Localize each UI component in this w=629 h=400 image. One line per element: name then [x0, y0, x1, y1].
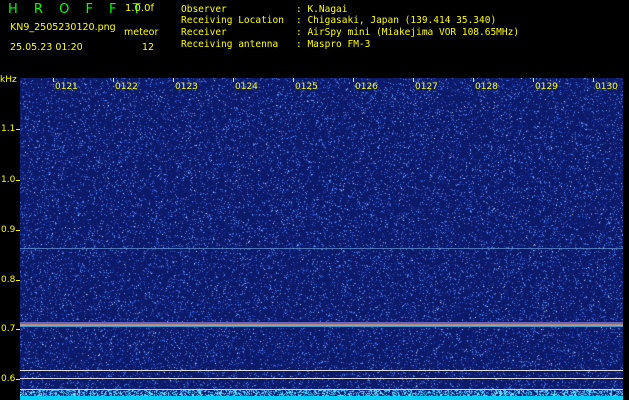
time-tick — [233, 78, 234, 82]
time-label: 0126 — [355, 82, 378, 92]
file-name: KN9_2505230120.png — [10, 22, 116, 33]
receiver-value: : AirSpy mini (Miakejima VOR 108.65MHz) — [296, 27, 520, 38]
y-label: 0.7 — [1, 324, 16, 334]
time-tick — [293, 78, 294, 82]
meteor-count: 12 — [142, 42, 155, 53]
y-tick — [16, 329, 20, 330]
y-tick — [16, 129, 20, 130]
time-tick — [533, 78, 534, 82]
location-value: : Chigasaki, Japan (139.414 35.340) — [296, 15, 497, 26]
y-label: 1.0 — [1, 175, 16, 185]
carrier-signal-line — [20, 322, 623, 327]
time-axis-bar — [20, 396, 623, 400]
reference-line-3 — [20, 389, 623, 390]
time-label: 0127 — [415, 82, 438, 92]
time-label: 0123 — [175, 82, 198, 92]
time-tick — [113, 78, 114, 82]
observer-label: Observer — [181, 4, 227, 15]
antenna-label: Receiving antenna — [181, 39, 279, 50]
unit-label: kHz — [0, 75, 17, 85]
faint-signal-line — [20, 248, 623, 249]
spectrogram-noise — [20, 78, 623, 400]
antenna-value: : Maspro FM-3 — [296, 39, 371, 50]
y-tick — [16, 379, 20, 380]
app-version: 1.0.0f — [125, 3, 154, 14]
time-label: 0121 — [55, 82, 78, 92]
spectrogram — [20, 78, 623, 400]
y-label: 0.6 — [1, 374, 16, 384]
y-label: 0.9 — [1, 225, 16, 235]
receiver-label: Receiver — [181, 27, 227, 38]
time-label: 0130 — [595, 82, 618, 92]
observer-value: : K.Nagai — [296, 4, 348, 15]
meteor-label: meteor — [124, 27, 159, 38]
time-tick — [353, 78, 354, 82]
y-label: 1.1 — [1, 124, 16, 134]
time-tick — [173, 78, 174, 82]
y-label: 0.8 — [1, 275, 16, 285]
location-label: Receiving Location — [181, 15, 284, 26]
time-label: 0124 — [235, 82, 258, 92]
y-tick — [16, 230, 20, 231]
time-label: 0125 — [295, 82, 318, 92]
y-tick — [16, 180, 20, 181]
time-tick — [593, 78, 594, 82]
time-label: 0129 — [535, 82, 558, 92]
datetime: 25.05.23 01:20 — [10, 42, 83, 53]
time-label: 0128 — [475, 82, 498, 92]
time-tick — [413, 78, 414, 82]
reference-line-2 — [20, 378, 623, 379]
time-tick — [473, 78, 474, 82]
time-tick — [53, 78, 54, 82]
reference-line-1 — [20, 370, 623, 371]
y-tick — [16, 280, 20, 281]
time-label: 0122 — [115, 82, 138, 92]
